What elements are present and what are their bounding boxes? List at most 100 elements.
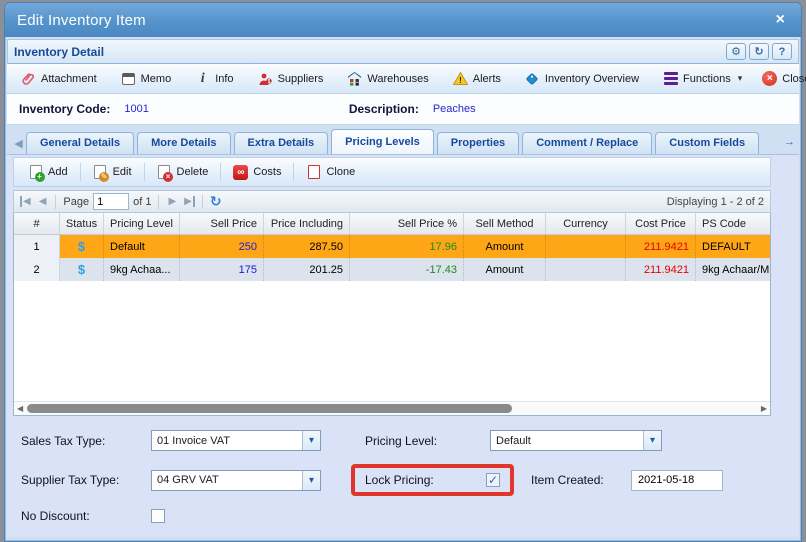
window-title: Edit Inventory Item xyxy=(17,12,146,29)
tag-icon xyxy=(525,71,540,86)
add-button[interactable]: + Add xyxy=(22,162,74,183)
grid-pager: ◀ ◀ Page of 1 ▶ ▶ ↻ Displaying 1 - 2 of … xyxy=(13,190,771,213)
next-page-icon[interactable]: ▶ xyxy=(166,196,178,207)
pricing-level-label: Pricing Level: xyxy=(365,434,490,448)
paperclip-icon xyxy=(21,71,36,86)
sales-tax-select[interactable]: 01 Invoice VAT ▾ xyxy=(151,430,321,451)
lock-pricing-checkbox[interactable]: ✓ xyxy=(486,473,500,487)
info-icon: i xyxy=(195,71,210,86)
attachment-button[interactable]: Attachment xyxy=(15,68,103,89)
tab-strip: ◀ General Details More Details Extra Det… xyxy=(5,125,801,154)
page-input[interactable] xyxy=(93,193,129,210)
pricing-levels-page: + Add ✎ Edit × Delete ∞ Costs Clone xyxy=(7,154,799,537)
close-icon: × xyxy=(762,71,777,86)
edit-button[interactable]: ✎ Edit xyxy=(87,162,138,183)
table-row[interactable]: 2 $ 9kg Achaa... 175 201.25 -17.43 Amoun… xyxy=(14,258,770,281)
item-created-label: Item Created: xyxy=(531,473,631,487)
col-num[interactable]: # xyxy=(14,213,60,234)
col-status[interactable]: Status xyxy=(60,213,104,234)
costs-button[interactable]: ∞ Costs xyxy=(227,162,287,183)
tab-comment-replace[interactable]: Comment / Replace xyxy=(522,132,652,154)
divider xyxy=(144,163,145,181)
last-page-icon[interactable]: ▶ xyxy=(182,196,195,207)
col-cost-price[interactable]: Cost Price xyxy=(626,213,696,234)
chevron-down-icon: ▾ xyxy=(302,471,320,490)
inventory-code-label: Inventory Code: xyxy=(19,102,110,116)
pricing-level-select[interactable]: Default ▾ xyxy=(490,430,662,451)
panel-title: Inventory Detail xyxy=(14,45,104,59)
tab-scroll-right-icon[interactable]: → xyxy=(782,132,797,152)
prev-page-icon[interactable]: ◀ xyxy=(37,196,49,207)
lock-pricing-label: Lock Pricing: xyxy=(365,473,486,487)
tab-pricing-levels[interactable]: Pricing Levels xyxy=(331,129,434,154)
col-pricing-level[interactable]: Pricing Level xyxy=(104,213,180,234)
main-toolbar: Attachment Memo i Info $ Suppliers Wareh… xyxy=(7,64,799,94)
memo-button[interactable]: Memo xyxy=(115,68,178,89)
titlebar[interactable]: Edit Inventory Item × xyxy=(5,3,801,37)
warehouses-button[interactable]: Warehouses xyxy=(341,68,434,89)
page-of-label: of 1 xyxy=(133,196,151,208)
col-ps-code[interactable]: PS Code xyxy=(696,213,770,234)
col-price-including[interactable]: Price Including xyxy=(264,213,350,234)
inventory-overview-button[interactable]: Inventory Overview xyxy=(519,68,645,89)
tab-custom-fields[interactable]: Custom Fields xyxy=(655,132,759,154)
memo-icon xyxy=(122,73,135,85)
grid-empty-area xyxy=(14,281,770,401)
svg-text:!: ! xyxy=(459,76,462,85)
chevron-down-icon: ▾ xyxy=(738,73,743,84)
tab-more-details[interactable]: More Details xyxy=(137,132,230,154)
tab-general-details[interactable]: General Details xyxy=(26,132,134,154)
col-sell-method[interactable]: Sell Method xyxy=(464,213,546,234)
functions-icon xyxy=(663,71,678,86)
scroll-right-icon[interactable]: ▶ xyxy=(761,404,767,413)
tab-scroll-left-icon[interactable]: ◀ xyxy=(11,133,26,153)
description-label: Description: xyxy=(349,102,419,116)
tab-properties[interactable]: Properties xyxy=(437,132,519,154)
costs-icon: ∞ xyxy=(233,165,248,180)
add-icon: + xyxy=(30,165,42,179)
first-page-icon[interactable]: ◀ xyxy=(20,196,33,207)
refresh-icon[interactable]: ↻ xyxy=(749,43,769,60)
highlight-annotation-box: Lock Pricing: ✓ xyxy=(351,464,514,496)
alerts-button[interactable]: ! Alerts xyxy=(447,68,507,89)
item-summary-row: Inventory Code: 1001 Description: Peache… xyxy=(7,94,799,125)
tab-extra-details[interactable]: Extra Details xyxy=(234,132,329,154)
divider xyxy=(220,163,221,181)
grid-toolbar: + Add ✎ Edit × Delete ∞ Costs Clone xyxy=(13,157,771,187)
info-button[interactable]: i Info xyxy=(189,68,239,89)
clone-icon xyxy=(308,165,320,179)
col-currency[interactable]: Currency xyxy=(546,213,626,234)
table-row[interactable]: 1 $ Default 250 287.50 17.96 Amount 211.… xyxy=(14,235,770,258)
settings-icon[interactable]: ⚙ xyxy=(726,43,746,60)
svg-text:$: $ xyxy=(268,79,271,85)
window-close-icon[interactable]: × xyxy=(772,11,789,29)
warehouse-icon xyxy=(347,71,362,86)
grid-header: # Status Pricing Level Sell Price Price … xyxy=(14,213,770,235)
supplier-tax-select[interactable]: 04 GRV VAT ▾ xyxy=(151,470,321,491)
functions-button[interactable]: Functions ▾ xyxy=(657,68,748,89)
pricing-form: Sales Tax Type: 01 Invoice VAT ▾ Pricing… xyxy=(13,420,793,523)
clone-button[interactable]: Clone xyxy=(300,162,361,183)
col-sell-price-pct[interactable]: Sell Price % xyxy=(350,213,464,234)
divider xyxy=(293,163,294,181)
refresh-grid-icon[interactable]: ↻ xyxy=(210,193,222,210)
help-icon[interactable]: ? xyxy=(772,43,792,60)
supplier-tax-label: Supplier Tax Type: xyxy=(21,473,151,487)
suppliers-button[interactable]: $ Suppliers xyxy=(252,68,330,89)
close-button[interactable]: × Close xyxy=(756,68,806,89)
inventory-code-value: 1001 xyxy=(124,103,148,115)
scroll-left-icon[interactable]: ◀ xyxy=(17,404,23,413)
col-sell-price[interactable]: Sell Price xyxy=(180,213,264,234)
no-discount-checkbox[interactable] xyxy=(151,509,165,523)
edit-inventory-dialog: Edit Inventory Item × Inventory Detail ⚙… xyxy=(4,2,802,542)
no-discount-label: No Discount: xyxy=(21,509,151,523)
horizontal-scrollbar[interactable]: ◀ ▶ xyxy=(14,401,770,415)
supplier-icon: $ xyxy=(258,71,273,86)
edit-icon: ✎ xyxy=(94,165,106,179)
scrollbar-thumb[interactable] xyxy=(27,404,512,413)
delete-button[interactable]: × Delete xyxy=(151,162,215,183)
item-created-input[interactable] xyxy=(631,470,723,491)
dollar-status-icon: $ xyxy=(60,258,104,281)
delete-icon: × xyxy=(158,165,170,179)
warning-icon: ! xyxy=(453,71,468,86)
